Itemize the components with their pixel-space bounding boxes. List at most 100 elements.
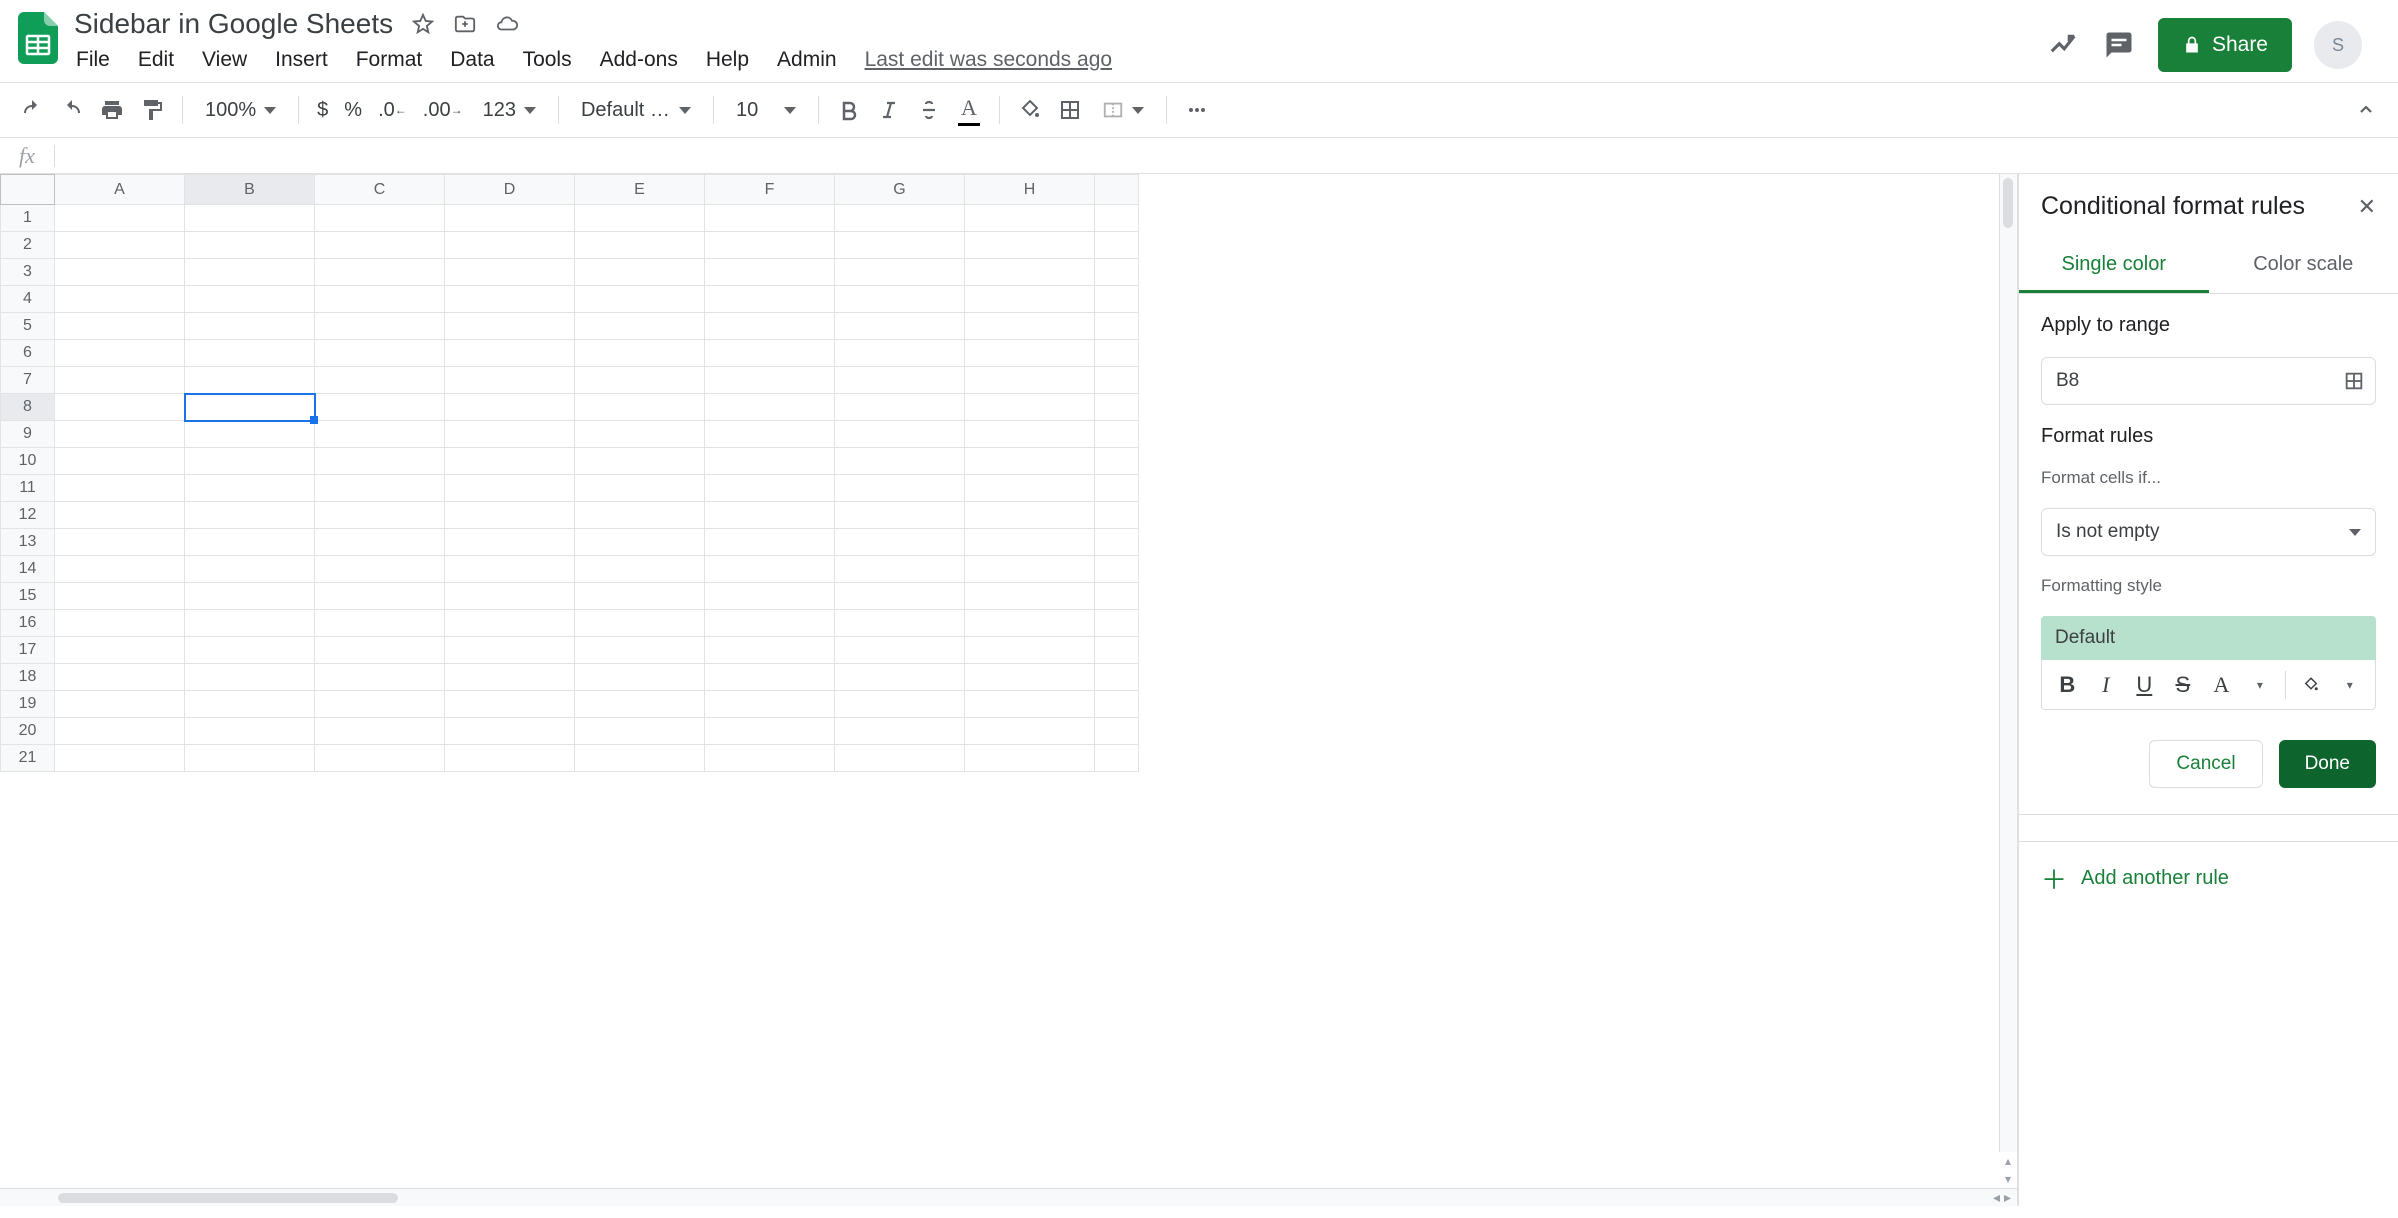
cell[interactable]: [445, 367, 575, 394]
cell[interactable]: [1095, 745, 1139, 772]
style-italic-icon[interactable]: I: [2093, 668, 2120, 702]
cell[interactable]: [835, 529, 965, 556]
cell[interactable]: [705, 718, 835, 745]
cell[interactable]: [965, 745, 1095, 772]
menu-admin[interactable]: Admin: [777, 48, 837, 72]
cell[interactable]: [445, 718, 575, 745]
cell[interactable]: [315, 394, 445, 421]
cell[interactable]: [55, 313, 185, 340]
row-header[interactable]: 21: [1, 745, 55, 772]
text-color-icon[interactable]: A: [951, 92, 987, 128]
cell[interactable]: [445, 637, 575, 664]
cell[interactable]: [965, 313, 1095, 340]
scroll-up-icon[interactable]: ▴: [1999, 1152, 2017, 1170]
cell[interactable]: [965, 475, 1095, 502]
cell[interactable]: [315, 448, 445, 475]
cell[interactable]: [965, 583, 1095, 610]
menu-format[interactable]: Format: [356, 48, 423, 72]
cell[interactable]: [55, 583, 185, 610]
cell[interactable]: [445, 556, 575, 583]
row-header[interactable]: 9: [1, 421, 55, 448]
cell[interactable]: [575, 664, 705, 691]
cell[interactable]: [445, 286, 575, 313]
cell[interactable]: [835, 691, 965, 718]
style-bold-icon[interactable]: B: [2054, 668, 2081, 702]
menu-insert[interactable]: Insert: [275, 48, 328, 72]
cell[interactable]: [315, 664, 445, 691]
row-header[interactable]: 6: [1, 340, 55, 367]
row-header[interactable]: 20: [1, 718, 55, 745]
cell[interactable]: [315, 691, 445, 718]
cell[interactable]: [835, 556, 965, 583]
row-header[interactable]: 7: [1, 367, 55, 394]
cell[interactable]: [575, 313, 705, 340]
cell[interactable]: [705, 691, 835, 718]
cell[interactable]: [315, 340, 445, 367]
cell[interactable]: [575, 367, 705, 394]
borders-icon[interactable]: [1052, 92, 1088, 128]
row-header[interactable]: 16: [1, 610, 55, 637]
cell[interactable]: [575, 610, 705, 637]
cell[interactable]: [55, 502, 185, 529]
column-header[interactable]: A: [55, 175, 185, 205]
more-icon[interactable]: [1179, 92, 1215, 128]
cell[interactable]: [55, 448, 185, 475]
account-avatar[interactable]: S: [2314, 21, 2362, 69]
column-header[interactable]: G: [835, 175, 965, 205]
cell[interactable]: [55, 475, 185, 502]
select-all-corner[interactable]: [1, 175, 55, 205]
cell[interactable]: [835, 340, 965, 367]
bold-icon[interactable]: [831, 92, 867, 128]
cell[interactable]: [965, 637, 1095, 664]
cell[interactable]: [835, 286, 965, 313]
cell[interactable]: [835, 232, 965, 259]
cell[interactable]: [315, 637, 445, 664]
zoom-select[interactable]: 100%: [195, 92, 286, 128]
cell[interactable]: [445, 691, 575, 718]
cell[interactable]: [55, 529, 185, 556]
cell[interactable]: [835, 421, 965, 448]
cell[interactable]: [1095, 313, 1139, 340]
menu-data[interactable]: Data: [450, 48, 494, 72]
cell[interactable]: [445, 745, 575, 772]
cell[interactable]: [55, 691, 185, 718]
caret-down-icon[interactable]: ▾: [2337, 668, 2364, 702]
column-header[interactable]: B: [185, 175, 315, 205]
cell[interactable]: [185, 448, 315, 475]
cell[interactable]: [1095, 529, 1139, 556]
cell[interactable]: [315, 205, 445, 232]
row-header[interactable]: 15: [1, 583, 55, 610]
cell[interactable]: [1095, 664, 1139, 691]
cell[interactable]: [965, 232, 1095, 259]
grid[interactable]: ABCDEFGH12345678910111213141516171819202…: [0, 174, 1999, 1188]
cell[interactable]: [1095, 367, 1139, 394]
collapse-toolbar-icon[interactable]: [2348, 92, 2384, 128]
fx-icon[interactable]: fx: [0, 143, 54, 169]
cell[interactable]: [965, 502, 1095, 529]
cell[interactable]: [835, 745, 965, 772]
cell[interactable]: [1095, 448, 1139, 475]
cell[interactable]: [575, 475, 705, 502]
cell[interactable]: [445, 421, 575, 448]
cell[interactable]: [55, 556, 185, 583]
caret-down-icon[interactable]: ▾: [2247, 668, 2274, 702]
column-header[interactable]: C: [315, 175, 445, 205]
cell[interactable]: [1095, 502, 1139, 529]
fill-color-icon[interactable]: [1012, 92, 1048, 128]
cell[interactable]: [185, 691, 315, 718]
cell[interactable]: [705, 637, 835, 664]
row-header[interactable]: 3: [1, 259, 55, 286]
cell[interactable]: [835, 583, 965, 610]
style-underline-icon[interactable]: U: [2131, 668, 2158, 702]
doc-title[interactable]: Sidebar in Google Sheets: [74, 8, 393, 40]
cell[interactable]: [965, 718, 1095, 745]
cell[interactable]: [705, 475, 835, 502]
cell[interactable]: [185, 610, 315, 637]
cell[interactable]: [445, 448, 575, 475]
cell[interactable]: [315, 556, 445, 583]
cell[interactable]: [445, 664, 575, 691]
style-strike-icon[interactable]: S: [2170, 668, 2197, 702]
cell[interactable]: [185, 205, 315, 232]
cell[interactable]: [315, 610, 445, 637]
cell[interactable]: [1095, 286, 1139, 313]
